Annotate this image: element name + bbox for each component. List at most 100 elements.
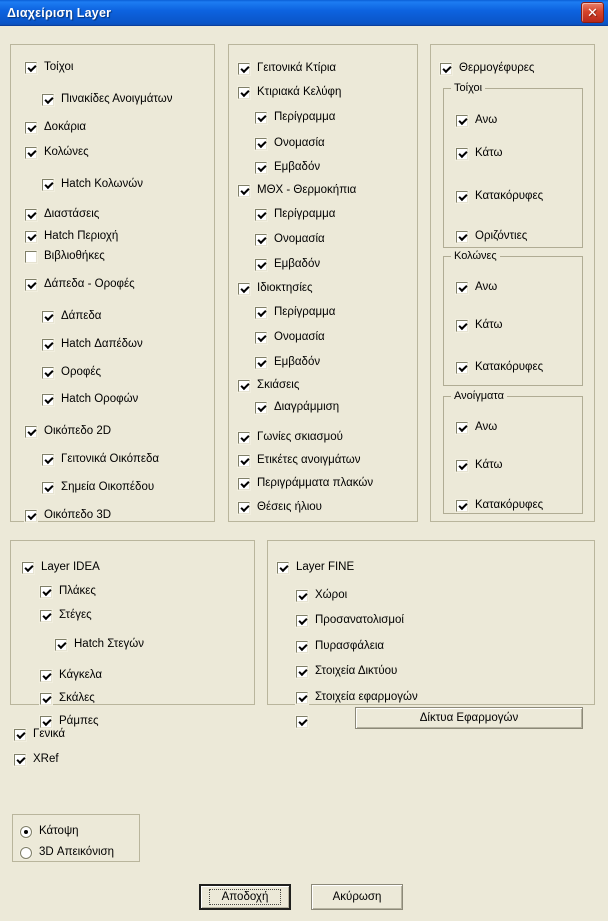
walls-item-hatch-περιοχ[interactable]: Hatch Περιοχή [25, 229, 118, 244]
checkbox-checked-icon[interactable] [238, 501, 250, 514]
checkbox-checked-icon[interactable] [55, 638, 67, 651]
checkbox-unchecked-icon[interactable] [25, 250, 37, 263]
checkbox-checked-icon[interactable] [456, 499, 468, 512]
checkbox-checked-icon[interactable] [238, 379, 250, 392]
checkbox-checked-icon[interactable] [296, 589, 308, 602]
radio-unselected-icon[interactable] [20, 846, 32, 859]
walls-item-κολ-νες[interactable]: Κολώνες [25, 145, 89, 160]
checkbox-checked-icon[interactable] [25, 425, 37, 438]
walls-item-δοκ-ρια[interactable]: Δοκάρια [25, 120, 86, 135]
checkbox-checked-icon[interactable] [42, 93, 54, 106]
checkbox-checked-icon[interactable] [238, 282, 250, 295]
idea-item-πλ-κες[interactable]: Πλάκες [40, 584, 96, 599]
idea-item-κ-γκελα[interactable]: Κάγκελα [40, 668, 102, 683]
thermal-το-χοι-οριζ-ντιες[interactable]: Οριζόντιες [456, 229, 527, 244]
checkbox-checked-icon[interactable] [25, 121, 37, 134]
checkbox-checked-icon[interactable] [296, 614, 308, 627]
checkbox-checked-icon[interactable] [456, 147, 468, 160]
checkbox-checked-icon[interactable] [42, 481, 54, 494]
checkbox-checked-icon[interactable] [14, 728, 26, 741]
accept-button[interactable]: Αποδοχή [199, 884, 291, 910]
idea-item-layer-idea[interactable]: Layer IDEA [22, 560, 100, 575]
buildings-item-ιδιοκτησ-ες-9[interactable]: Ιδιοκτησίες [238, 281, 313, 296]
checkbox-checked-icon[interactable] [255, 208, 267, 221]
checkbox-checked-icon[interactable] [456, 319, 468, 332]
walls-item-hatch-δαπ-δων[interactable]: Hatch Δαπέδων [42, 337, 143, 352]
walls-item-οικ-πεδο-2d[interactable]: Οικόπεδο 2D [25, 424, 111, 439]
walls-item-το-χοι[interactable]: Τοίχοι [25, 60, 73, 75]
walls-item-οροφ-ς[interactable]: Οροφές [42, 365, 101, 380]
buildings-item-ονομασ-α-3[interactable]: Ονομασία [255, 136, 325, 151]
fine-item-layer-fine[interactable]: Layer FINE [277, 560, 354, 575]
buildings-item-σκι-σεις-13[interactable]: Σκιάσεις [238, 378, 299, 393]
checkbox-checked-icon[interactable] [255, 258, 267, 271]
buildings-item-ονομασ-α-11[interactable]: Ονομασία [255, 330, 325, 345]
buildings-item-θ-σεις-λιου-18[interactable]: Θέσεις ήλιου [238, 500, 322, 515]
checkbox-checked-icon[interactable] [25, 146, 37, 159]
fine-item-networks-toggle[interactable] [296, 714, 308, 729]
checkbox-checked-icon[interactable] [456, 114, 468, 127]
checkbox-checked-icon[interactable] [22, 561, 34, 574]
buildings-item-γειτονικ-κτ-ρια-0[interactable]: Γειτονικά Κτίρια [238, 61, 336, 76]
fine-item-στοιχε-α-δικτ-ου[interactable]: Στοιχεία Δικτύου [296, 664, 397, 679]
cancel-button[interactable]: Ακύρωση [311, 884, 403, 910]
buildings-item-εμβαδ-ν-4[interactable]: Εμβαδόν [255, 160, 320, 175]
idea-item-σκ-λες[interactable]: Σκάλες [40, 691, 95, 706]
checkbox-checked-icon[interactable] [255, 356, 267, 369]
thermal-item-θερμογ-φυρες[interactable]: Θερμογέφυρες [440, 61, 534, 76]
checkbox-checked-icon[interactable] [238, 431, 250, 444]
checkbox-checked-icon[interactable] [42, 338, 54, 351]
global-option-γενικ[interactable]: Γενικά [14, 727, 65, 742]
checkbox-checked-icon[interactable] [25, 278, 37, 291]
checkbox-checked-icon[interactable] [296, 665, 308, 678]
checkbox-checked-icon[interactable] [238, 184, 250, 197]
checkbox-checked-icon[interactable] [296, 640, 308, 653]
checkbox-checked-icon[interactable] [42, 178, 54, 191]
walls-item-διαστ-σεις[interactable]: Διαστάσεις [25, 207, 99, 222]
networks-applications-button[interactable]: Δίκτυα Εφαρμογών [355, 707, 583, 729]
walls-item-σημε-α-οικοπ-δου[interactable]: Σημεία Οικοπέδου [42, 480, 154, 495]
buildings-item-εμβαδ-ν-12[interactable]: Εμβαδόν [255, 355, 320, 370]
walls-item-hatch-οροφ-ν[interactable]: Hatch Οροφών [42, 392, 138, 407]
fine-item-πυρασφ-λεια[interactable]: Πυρασφάλεια [296, 639, 384, 654]
walls-item-δ-πεδα-οροφ-ς[interactable]: Δάπεδα - Οροφές [25, 277, 135, 292]
checkbox-checked-icon[interactable] [42, 453, 54, 466]
checkbox-checked-icon[interactable] [238, 454, 250, 467]
checkbox-checked-icon[interactable] [456, 459, 468, 472]
checkbox-checked-icon[interactable] [456, 361, 468, 374]
idea-item-στ-γες[interactable]: Στέγες [40, 608, 92, 623]
checkbox-checked-icon[interactable] [40, 715, 52, 728]
checkbox-checked-icon[interactable] [40, 585, 52, 598]
walls-item-πινακ-δες-ανοιγμ-των[interactable]: Πινακίδες Ανοιγμάτων [42, 92, 173, 107]
buildings-item-εμβαδ-ν-8[interactable]: Εμβαδόν [255, 257, 320, 272]
buildings-item-μθχ-θερμοκ-πια-5[interactable]: ΜΘΧ - Θερμοκήπια [238, 183, 356, 198]
checkbox-checked-icon[interactable] [255, 111, 267, 124]
thermal-το-χοι-ανω[interactable]: Ανω [456, 113, 497, 128]
thermal-το-χοι-κ-τω[interactable]: Κάτω [456, 146, 503, 161]
buildings-item-ετικ-τες-ανοιγμ-των-16[interactable]: Ετικέτες ανοιγμάτων [238, 453, 361, 468]
walls-item-hatch-κολων-ν[interactable]: Hatch Κολωνών [42, 177, 143, 192]
checkbox-checked-icon[interactable] [440, 62, 452, 75]
checkbox-checked-icon[interactable] [14, 753, 26, 766]
checkbox-checked-icon[interactable] [25, 208, 37, 221]
checkbox-checked-icon[interactable] [238, 477, 250, 490]
buildings-item-περιγρ-μματα-πλακ-ν-17[interactable]: Περιγράμματα πλακών [238, 476, 373, 491]
buildings-item-γων-ες-σκιασμο-15[interactable]: Γωνίες σκιασμού [238, 430, 343, 445]
view-mode-radio-3d-απεικ-νιση[interactable]: 3D Απεικόνιση [20, 845, 114, 860]
thermal-ανο-γματα-κ-τω[interactable]: Κάτω [456, 458, 503, 473]
checkbox-checked-icon[interactable] [255, 331, 267, 344]
checkbox-checked-icon[interactable] [40, 669, 52, 682]
checkbox-checked-icon[interactable] [255, 306, 267, 319]
walls-item-γειτονικ-οικ-πεδα[interactable]: Γειτονικά Οικόπεδα [42, 452, 159, 467]
thermal-ανο-γματα-κατακ-ρυφες[interactable]: Κατακόρυφες [456, 498, 543, 513]
thermal-κολ-νες-ανω[interactable]: Ανω [456, 280, 497, 295]
checkbox-checked-icon[interactable] [456, 421, 468, 434]
checkbox-checked-icon[interactable] [255, 401, 267, 414]
checkbox-checked-icon[interactable] [296, 715, 308, 728]
idea-item-hatch-στεγ-ν[interactable]: Hatch Στεγών [55, 637, 144, 652]
checkbox-checked-icon[interactable] [238, 62, 250, 75]
close-icon[interactable]: ✕ [581, 2, 604, 23]
title-bar[interactable]: Διαχείριση Layer ✕ [0, 0, 608, 26]
checkbox-checked-icon[interactable] [456, 281, 468, 294]
checkbox-checked-icon[interactable] [42, 310, 54, 323]
